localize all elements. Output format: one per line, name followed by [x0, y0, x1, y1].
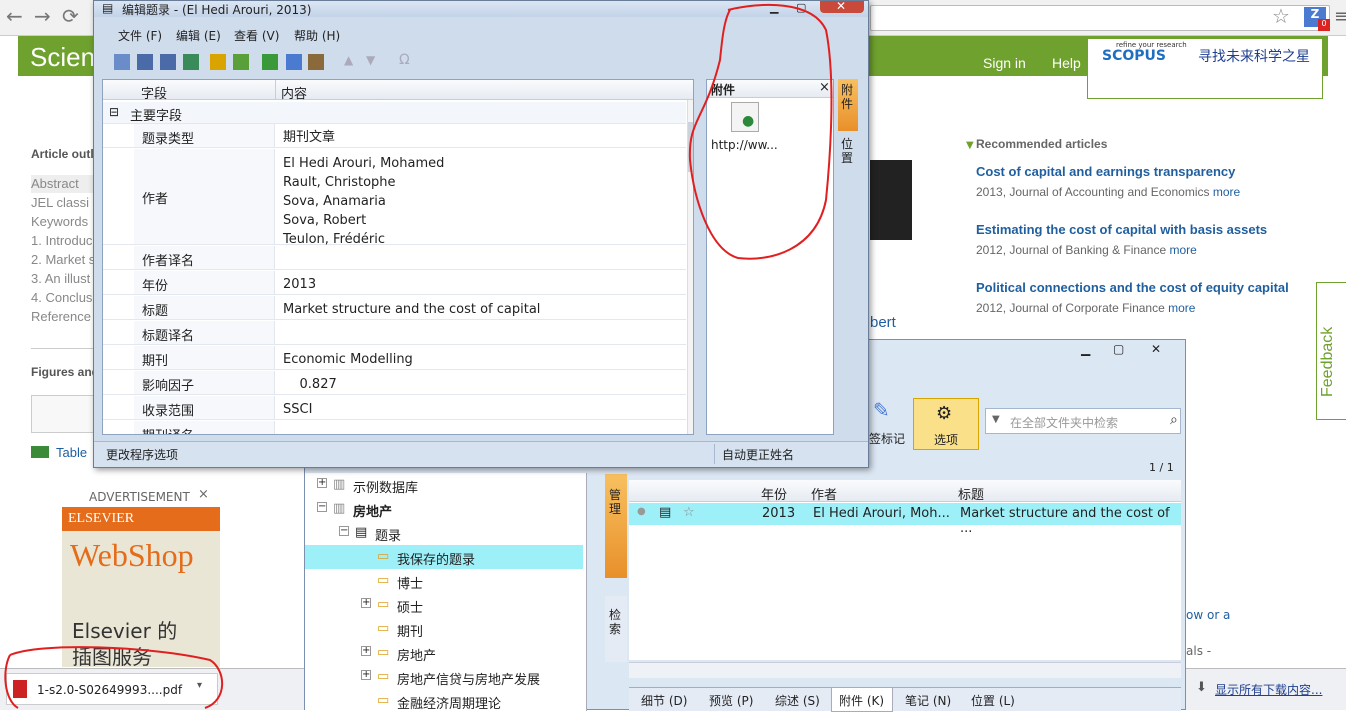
red-annotation-marks — [4, 3, 833, 709]
